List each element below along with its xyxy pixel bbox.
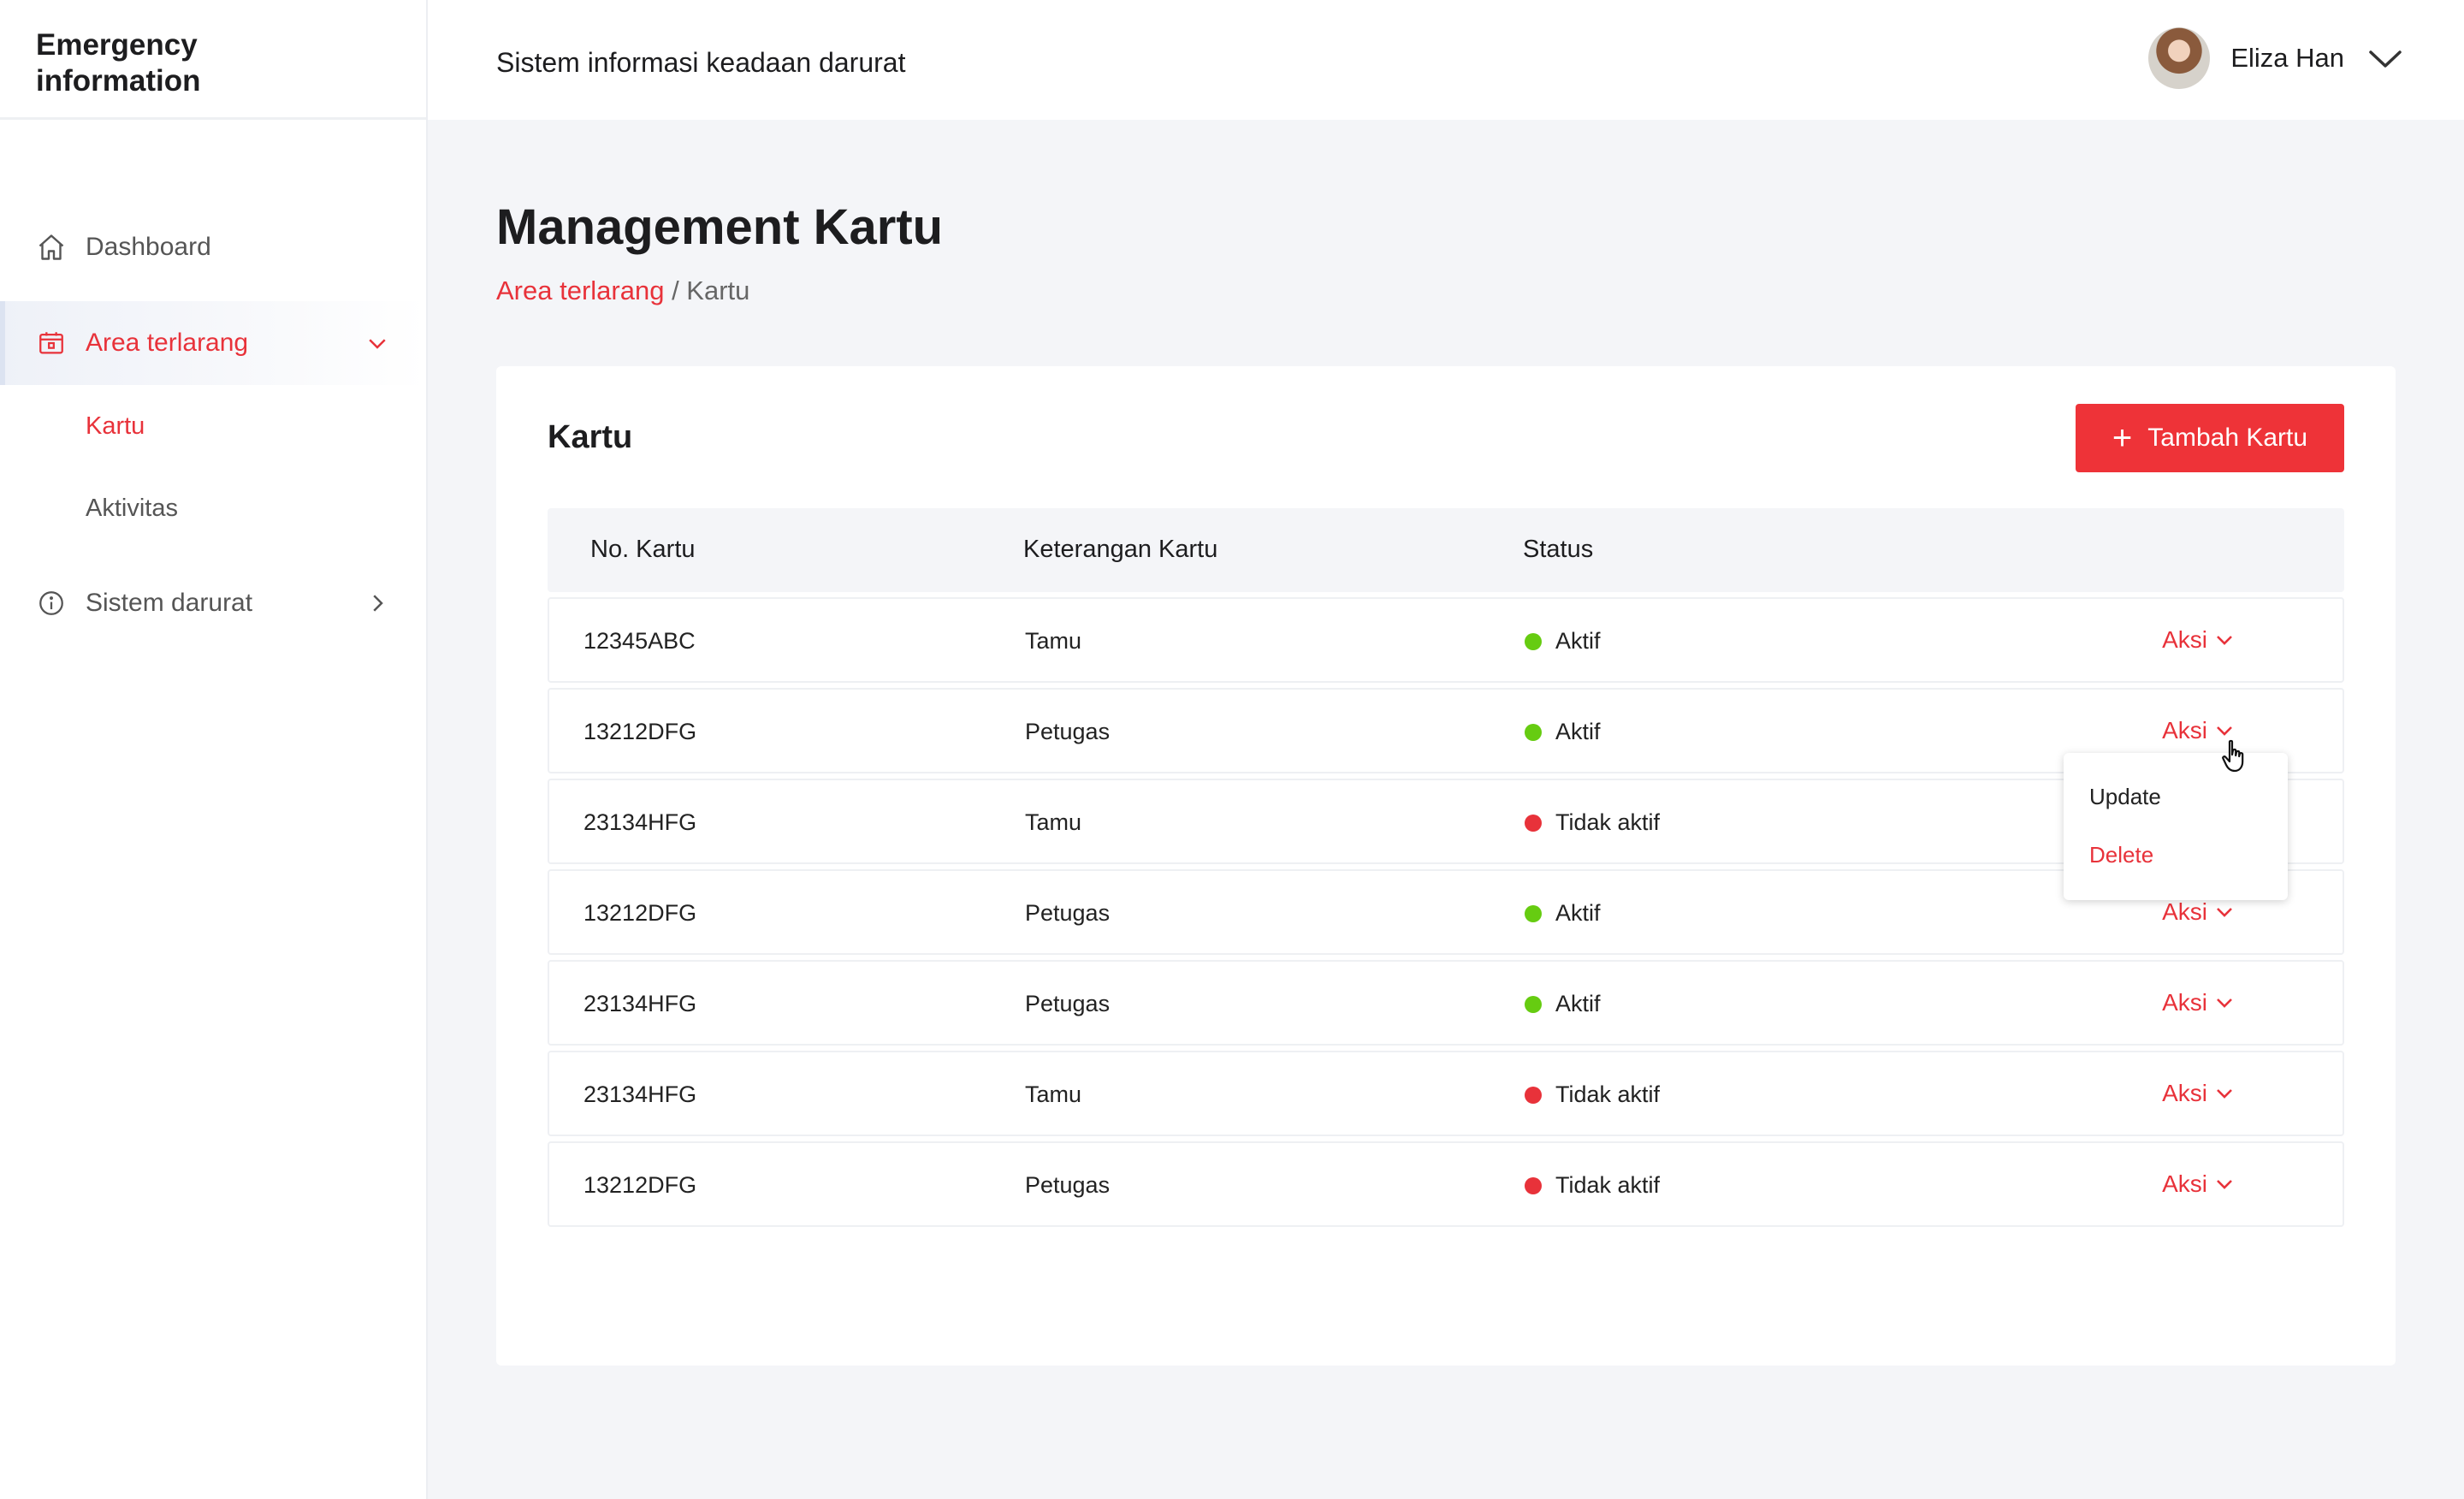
aksi-label: Aksi xyxy=(2162,898,2207,925)
page-title: Management Kartu xyxy=(496,199,944,255)
aksi-dropdown[interactable]: Aksi xyxy=(2162,1080,2235,1107)
sidebar-subitem-kartu[interactable]: Kartu xyxy=(0,385,426,467)
status-text: Aktif xyxy=(1555,719,1601,744)
table-row: 23134HFG Tamu Tidak aktif Aksi xyxy=(548,1051,2344,1136)
hand-cursor-icon xyxy=(2222,739,2244,773)
status-text: Aktif xyxy=(1555,628,1601,654)
cell-status: Aktif xyxy=(1525,900,1601,927)
status-dot xyxy=(1525,632,1542,650)
status-text: Tidak aktif xyxy=(1555,809,1661,835)
cell-no-kartu: 13212DFG xyxy=(583,1172,697,1198)
aksi-label: Aksi xyxy=(2162,626,2207,653)
user-name: Eliza Han xyxy=(2230,43,2344,73)
brand-logo: Emergency information xyxy=(0,0,426,120)
aksi-dropdown[interactable]: Aksi xyxy=(2162,898,2235,926)
aksi-label: Aksi xyxy=(2162,1080,2207,1106)
cell-keterangan: Tamu xyxy=(1025,1081,1082,1107)
cell-status: Tidak aktif xyxy=(1525,809,1660,836)
status-dot xyxy=(1525,1086,1542,1104)
cell-no-kartu: 13212DFG xyxy=(583,900,697,926)
table-row: 23134HFG Petugas Aktif Aksi xyxy=(548,960,2344,1046)
status-text: Aktif xyxy=(1555,900,1601,926)
table-row: 13212DFG Petugas Tidak aktif Aksi xyxy=(548,1141,2344,1227)
brand-line-1: Emergency xyxy=(36,28,198,62)
status-text: Aktif xyxy=(1555,991,1601,1016)
cell-keterangan: Petugas xyxy=(1025,719,1111,744)
sidebar-item-label: Area terlarang xyxy=(86,329,249,357)
column-header-keterangan: Keterangan Kartu xyxy=(1023,536,1218,563)
plus-icon: + xyxy=(2112,419,2133,457)
cell-keterangan: Tamu xyxy=(1025,809,1082,835)
breadcrumb-separator: / xyxy=(664,276,687,305)
status-dot xyxy=(1525,1176,1542,1194)
sidebar-subitem-aktivitas[interactable]: Aktivitas xyxy=(0,467,426,549)
status-dot xyxy=(1525,814,1542,832)
cell-status: Tidak aktif xyxy=(1525,1081,1660,1108)
column-header-no-kartu: No. Kartu xyxy=(590,536,696,563)
cell-no-kartu: 12345ABC xyxy=(583,628,696,654)
cell-keterangan: Petugas xyxy=(1025,1172,1111,1198)
status-text: Tidak aktif xyxy=(1555,1172,1661,1198)
sidebar-item-area-terlarang[interactable]: Area terlarang xyxy=(0,301,426,385)
top-header: Sistem informasi keadaan darurat Eliza H… xyxy=(428,0,2464,120)
aksi-dropdown[interactable]: Aksi xyxy=(2162,1170,2235,1198)
aksi-label: Aksi xyxy=(2162,989,2207,1016)
status-dot xyxy=(1525,995,1542,1013)
chevron-right-icon xyxy=(373,595,383,612)
chevron-down-icon xyxy=(369,339,386,349)
sidebar-item-sistem-darurat[interactable]: Sistem darurat xyxy=(0,561,426,645)
status-text: Tidak aktif xyxy=(1555,1081,1661,1107)
brand-line-2: information xyxy=(36,64,201,98)
info-icon xyxy=(34,586,68,620)
cell-keterangan: Tamu xyxy=(1025,628,1082,654)
aksi-dropdown-menu: Update Delete xyxy=(2064,753,2288,900)
aksi-label: Aksi xyxy=(2162,717,2207,744)
aksi-dropdown[interactable]: Aksi xyxy=(2162,989,2235,1016)
tambah-kartu-label: Tambah Kartu xyxy=(2147,424,2308,452)
cell-keterangan: Petugas xyxy=(1025,900,1111,926)
cell-keterangan: Petugas xyxy=(1025,991,1111,1016)
table-header: No. Kartu Keterangan Kartu Status xyxy=(548,508,2344,592)
cell-status: Aktif xyxy=(1525,628,1601,655)
chevron-down-icon xyxy=(2217,636,2232,645)
chevron-down-icon xyxy=(2217,998,2232,1008)
header-title: Sistem informasi keadaan darurat xyxy=(496,47,906,78)
column-header-status: Status xyxy=(1523,536,1594,563)
user-menu[interactable]: Eliza Han xyxy=(2148,27,2404,89)
sidebar-item-dashboard[interactable]: Dashboard xyxy=(0,205,426,289)
avatar xyxy=(2148,27,2211,89)
chevron-down-icon xyxy=(2369,50,2402,68)
cell-status: Aktif xyxy=(1525,719,1601,745)
card-title: Kartu xyxy=(548,419,633,455)
cell-no-kartu: 13212DFG xyxy=(583,719,697,744)
menu-item-delete[interactable]: Delete xyxy=(2089,842,2153,868)
cell-status: Aktif xyxy=(1525,991,1601,1017)
chevron-down-icon xyxy=(2217,726,2232,736)
aksi-dropdown[interactable]: Aksi xyxy=(2162,626,2235,654)
home-icon xyxy=(34,230,68,264)
status-dot xyxy=(1525,723,1542,741)
cell-status: Tidak aktif xyxy=(1525,1172,1660,1199)
sidebar-nav: Dashboard Area terlarang Kartu Aktivitas… xyxy=(0,120,426,645)
cell-no-kartu: 23134HFG xyxy=(583,1081,697,1107)
sidebar: Emergency information Dashboard Area ter… xyxy=(0,0,428,1499)
tambah-kartu-button[interactable]: + Tambah Kartu xyxy=(2076,404,2344,472)
status-dot xyxy=(1525,904,1542,922)
table-row: 12345ABC Tamu Aktif Aksi xyxy=(548,597,2344,683)
menu-item-update[interactable]: Update xyxy=(2089,784,2161,810)
breadcrumb: Area terlarang / Kartu xyxy=(496,276,749,306)
chevron-down-icon xyxy=(2217,1089,2232,1099)
cell-no-kartu: 23134HFG xyxy=(583,809,697,835)
cell-no-kartu: 23134HFG xyxy=(583,991,697,1016)
sidebar-item-label: Sistem darurat xyxy=(86,589,253,617)
breadcrumb-link-area-terlarang[interactable]: Area terlarang xyxy=(496,276,664,305)
aksi-label: Aksi xyxy=(2162,1170,2207,1197)
chevron-down-icon xyxy=(2217,1180,2232,1189)
chevron-down-icon xyxy=(2217,908,2232,917)
calendar-icon xyxy=(34,326,68,360)
sidebar-item-label: Dashboard xyxy=(86,233,211,261)
breadcrumb-current: Kartu xyxy=(686,276,750,305)
